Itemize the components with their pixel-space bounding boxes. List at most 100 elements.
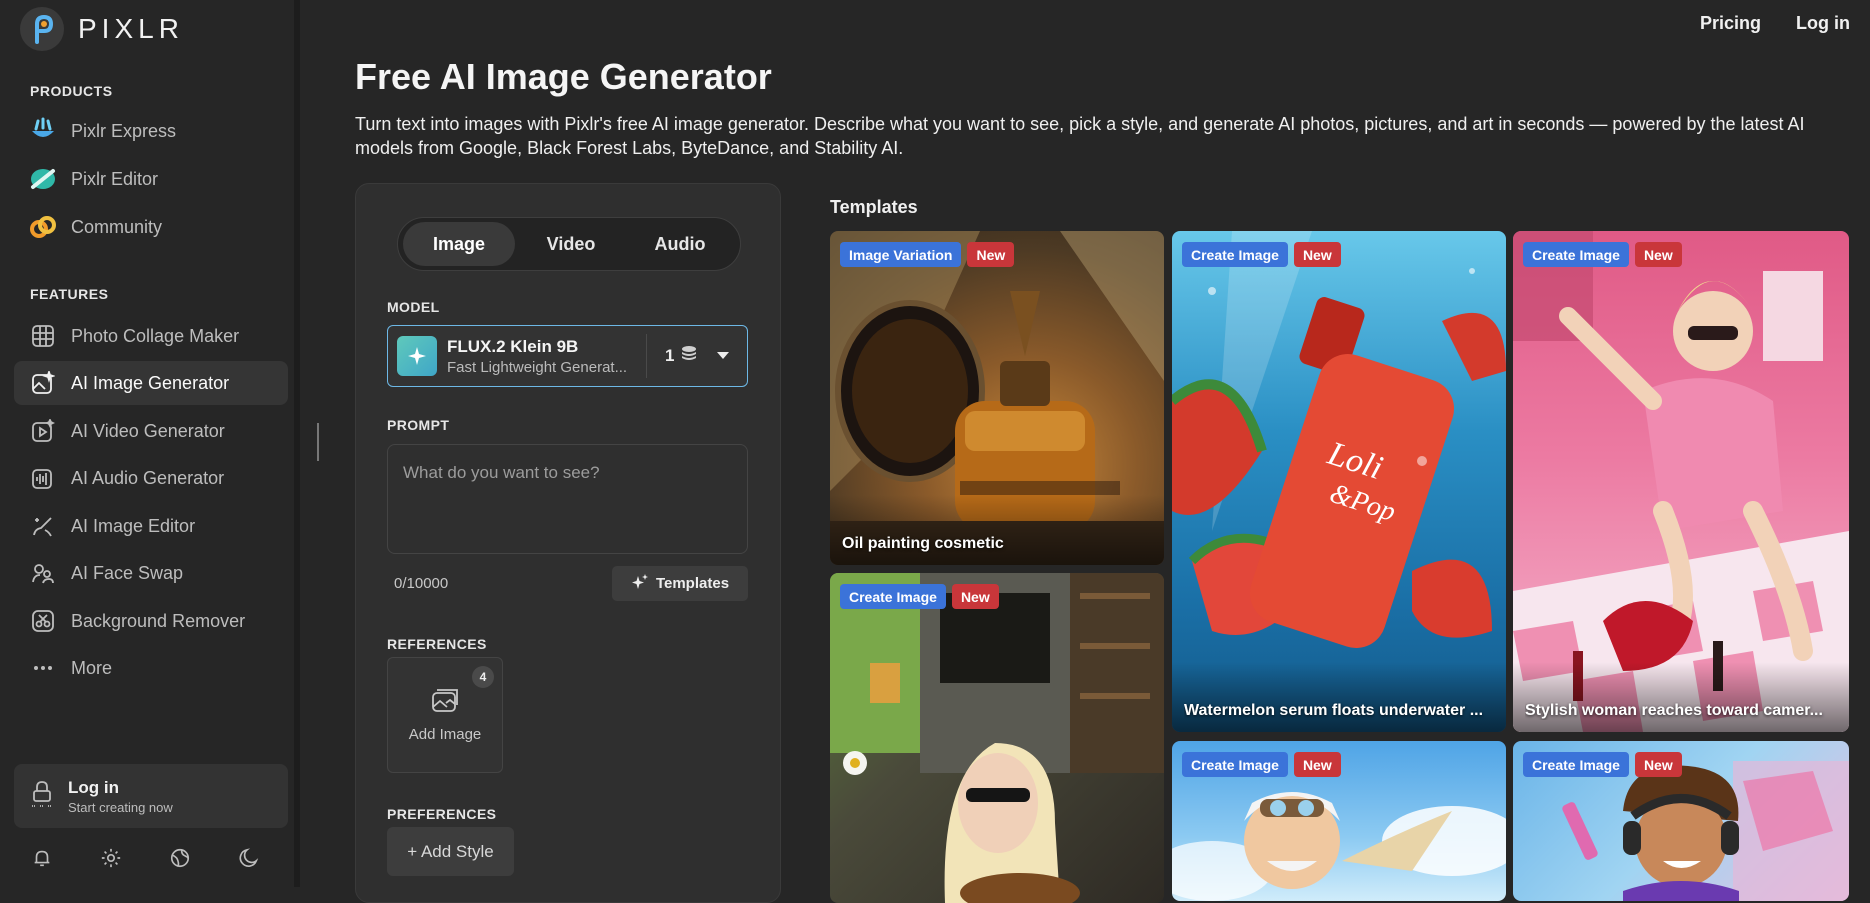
template-card[interactable]: Image Variation New Oil painting cosmeti… xyxy=(830,231,1164,565)
face-swap-icon xyxy=(29,559,57,587)
sidebar-item-photo-collage-maker[interactable]: Photo Collage Maker xyxy=(14,314,288,358)
sidebar-item-pixlr-express[interactable]: Pixlr Express xyxy=(14,109,288,153)
image-generator-icon xyxy=(29,369,57,397)
audio-generator-icon xyxy=(29,464,57,492)
template-thumbnail xyxy=(1513,231,1849,732)
prompt-input[interactable]: What do you want to see? xyxy=(387,444,748,554)
tab-audio[interactable]: Audio xyxy=(627,222,733,266)
lock-icon xyxy=(30,780,54,813)
image-editor-icon xyxy=(29,512,57,540)
templates-heading: Templates xyxy=(830,197,918,217)
sidebar-resize-handle[interactable] xyxy=(317,423,319,461)
card-tags: Create Image New xyxy=(1182,752,1341,777)
sidebar-item-ai-video-generator[interactable]: AI Video Generator xyxy=(14,409,288,453)
template-type-tag: Create Image xyxy=(1523,752,1629,777)
sidebar-item-more[interactable]: More xyxy=(14,646,288,690)
login-title: Log in xyxy=(68,777,119,797)
template-caption: Watermelon serum floats underwater ... xyxy=(1184,702,1484,719)
page-title: Free AI Image Generator xyxy=(355,56,772,97)
model-divider xyxy=(646,334,647,378)
template-card[interactable]: Create Image New Stylish woman reaches t… xyxy=(1513,231,1849,732)
card-tags: Create Image New xyxy=(1523,752,1682,777)
prompt-label: PROMPT xyxy=(387,417,450,433)
template-caption: Stylish woman reaches toward camer... xyxy=(1525,702,1823,719)
card-tags: Create Image New xyxy=(1523,242,1682,267)
credit-count-value: 1 xyxy=(665,346,675,365)
template-type-tag: Create Image xyxy=(1182,752,1288,777)
features-heading: FEATURES xyxy=(30,286,109,302)
sidebar-item-label: Pixlr Express xyxy=(71,120,177,141)
template-card[interactable]: Create Image New xyxy=(830,573,1164,903)
new-badge: New xyxy=(951,584,999,609)
sidebar-item-ai-audio-generator[interactable]: AI Audio Generator xyxy=(14,456,288,500)
login-subtitle: Start creating now xyxy=(68,799,173,815)
top-nav: Pricing Log in xyxy=(1700,13,1850,34)
prompt-counter: 0/10000 xyxy=(394,575,449,592)
templates-button[interactable]: Templates xyxy=(612,566,748,601)
model-label: MODEL xyxy=(387,299,440,315)
sparkles-icon xyxy=(631,573,649,595)
chevron-down-icon xyxy=(716,347,730,365)
template-card[interactable]: Create Image New xyxy=(1172,741,1506,901)
pixlr-logo-icon xyxy=(20,7,64,51)
sidebar-item-pixlr-editor[interactable]: Pixlr Editor xyxy=(14,157,288,201)
pricing-link[interactable]: Pricing xyxy=(1700,13,1761,34)
sidebar-login[interactable]: Log in Start creating now xyxy=(14,764,288,828)
sidebar-item-ai-image-editor[interactable]: AI Image Editor xyxy=(14,504,288,548)
sidebar-item-background-remover[interactable]: Background Remover xyxy=(14,599,288,643)
video-generator-icon xyxy=(29,417,57,445)
sidebar-footer-icons xyxy=(30,846,261,870)
brand-name: PIXLR xyxy=(78,13,184,44)
moon-icon[interactable] xyxy=(237,846,261,870)
card-shade xyxy=(830,495,1164,565)
template-card[interactable]: Loli &Pop Create Image New Watermelon se… xyxy=(1172,231,1506,732)
model-selector[interactable]: FLUX.2 Klein 9B Fast Lightweight Generat… xyxy=(387,325,748,387)
more-icon xyxy=(29,654,57,682)
sidebar-item-label: AI Image Editor xyxy=(71,515,196,536)
template-card[interactable]: Create Image New xyxy=(1513,741,1849,901)
sidebar-item-label: Community xyxy=(71,216,163,237)
template-type-tag: Create Image xyxy=(840,584,946,609)
sidebar-item-ai-image-generator[interactable]: AI Image Generator xyxy=(14,361,288,405)
add-image-button[interactable]: 4 Add Image xyxy=(387,657,503,773)
card-tags: Image Variation New xyxy=(840,242,1015,267)
login-link[interactable]: Log in xyxy=(1796,13,1850,34)
new-badge: New xyxy=(1634,242,1682,267)
tab-video[interactable]: Video xyxy=(515,222,627,266)
template-thumbnail: Loli &Pop xyxy=(1172,231,1506,648)
community-icon xyxy=(29,213,57,241)
express-icon xyxy=(29,117,57,145)
preferences-label: PREFERENCES xyxy=(387,806,497,822)
products-heading: PRODUCTS xyxy=(30,83,113,99)
bell-icon[interactable] xyxy=(30,846,54,870)
new-badge: New xyxy=(1293,242,1341,267)
gear-icon[interactable] xyxy=(99,846,123,870)
generator-panel: Image Video Audio MODEL FLUX.2 Klein 9B … xyxy=(355,183,781,903)
template-caption: Oil painting cosmetic xyxy=(842,535,1004,552)
brand-logo[interactable]: PIXLR xyxy=(20,7,184,51)
card-shade xyxy=(1172,662,1506,732)
reference-count-badge: 4 xyxy=(472,666,494,688)
card-shade xyxy=(1513,662,1849,732)
references-label: REFERENCES xyxy=(387,636,487,652)
sidebar-item-label: AI Image Generator xyxy=(71,372,230,393)
template-type-tag: Image Variation xyxy=(840,242,962,267)
globe-icon[interactable] xyxy=(168,846,192,870)
sidebar-item-label: AI Face Swap xyxy=(71,562,184,583)
mode-tabs: Image Video Audio xyxy=(397,217,741,271)
sidebar-item-label: AI Audio Generator xyxy=(71,467,225,488)
new-badge: New xyxy=(1293,752,1341,777)
template-type-tag: Create Image xyxy=(1182,242,1288,267)
tab-image[interactable]: Image xyxy=(403,222,515,266)
add-style-button[interactable]: + Add Style xyxy=(387,827,514,876)
sidebar-item-label: More xyxy=(71,657,113,678)
sidebar-item-ai-face-swap[interactable]: AI Face Swap xyxy=(14,551,288,595)
page-intro: Turn text into images with Pixlr's free … xyxy=(355,114,1805,158)
sidebar-item-community[interactable]: Community xyxy=(14,205,288,249)
collage-icon xyxy=(29,322,57,350)
template-thumbnail xyxy=(830,573,1164,903)
model-name: FLUX.2 Klein 9B xyxy=(447,336,579,356)
add-image-label: Add Image xyxy=(408,725,482,743)
card-tags: Create Image New xyxy=(1182,242,1341,267)
sparkle-icon xyxy=(397,336,437,376)
